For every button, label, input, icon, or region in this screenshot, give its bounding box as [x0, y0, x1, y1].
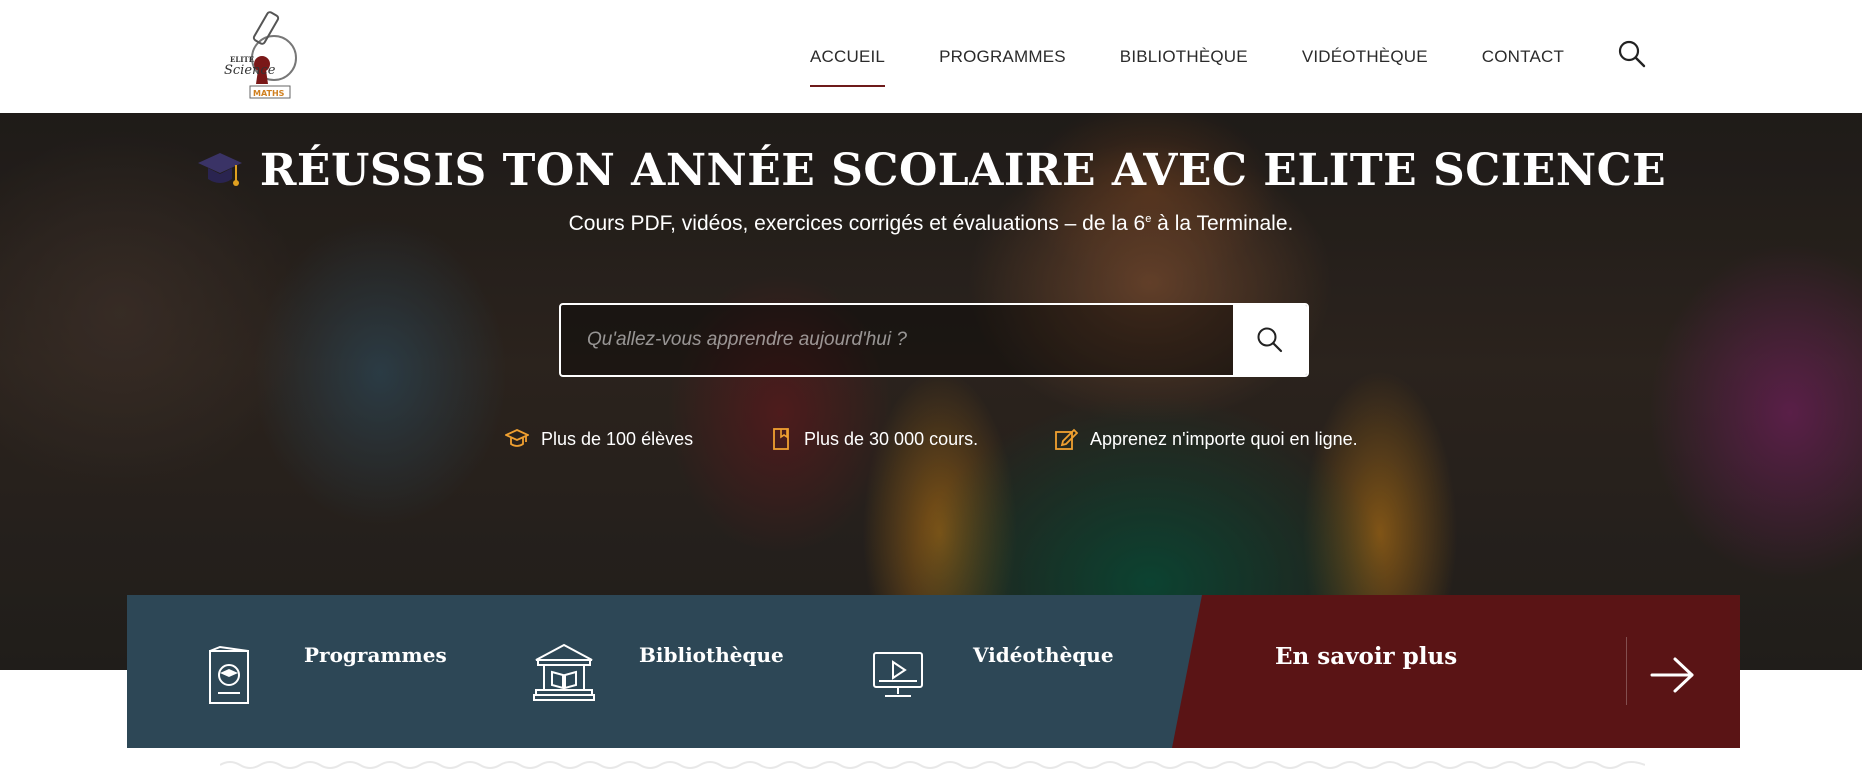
feature-online-text: Apprenez n'importe quoi en ligne. — [1090, 428, 1358, 449]
site-logo[interactable]: ELITE Science MATHS — [220, 6, 302, 102]
nav-bibliotheque[interactable]: BIBLIOTHÈQUE — [1120, 39, 1248, 75]
hero-title: RÉUSSIS TON ANNÉE SCOLAIRE AVEC ELITE SC… — [0, 145, 1862, 196]
hero-title-text: RÉUSSIS TON ANNÉE SCOLAIRE AVEC ELITE SC… — [259, 145, 1667, 196]
more-link[interactable]: En savoir plus — [1275, 643, 1457, 670]
edit-icon — [1055, 428, 1078, 450]
hero-search — [559, 303, 1309, 377]
nav-contact[interactable]: CONTACT — [1482, 39, 1564, 75]
arrow-right-icon[interactable] — [1648, 652, 1698, 698]
search-icon — [1257, 327, 1283, 353]
book-icon — [773, 428, 789, 450]
hero-subtitle-text-b: à la Terminale. — [1151, 212, 1294, 235]
card-bibliotheque[interactable]: Bibliothèque — [530, 595, 790, 748]
library-icon — [533, 643, 595, 701]
card-videotheque[interactable]: Vidéothèque — [868, 595, 1128, 748]
main-nav: ACCUEIL PROGRAMMES BIBLIOTHÈQUE VIDÉOTHÈ… — [810, 0, 1618, 113]
search-icon[interactable] — [1618, 40, 1646, 68]
svg-text:Science: Science — [224, 63, 276, 78]
more-divider — [1626, 637, 1627, 705]
hero-search-input[interactable] — [561, 305, 1235, 375]
feature-courses: Plus de 30 000 cours. — [772, 427, 978, 451]
logo-microscope-icon: ELITE Science MATHS — [224, 11, 297, 99]
hero-subtitle: Cours PDF, vidéos, exercices corrigés et… — [0, 212, 1862, 236]
hero-banner: RÉUSSIS TON ANNÉE SCOLAIRE AVEC ELITE SC… — [0, 113, 1862, 670]
hero-features: Plus de 100 élèves Plus de 30 000 cours.… — [0, 427, 1862, 457]
svg-text:MATHS: MATHS — [253, 89, 285, 98]
nav-programmes[interactable]: PROGRAMMES — [939, 39, 1066, 75]
card-bibliotheque-label: Bibliothèque — [639, 643, 784, 667]
certificate-icon — [209, 645, 249, 704]
card-videotheque-label: Vidéothèque — [973, 643, 1114, 667]
nav-videotheque[interactable]: VIDÉOTHÈQUE — [1302, 39, 1428, 75]
card-programmes-label: Programmes — [304, 643, 447, 667]
feature-students-text: Plus de 100 élèves — [541, 428, 694, 449]
site-header: ELITE Science MATHS ACCUEIL PROGRAMMES B… — [0, 0, 1862, 113]
hero-subtitle-text-a: Cours PDF, vidéos, exercices corrigés et… — [568, 212, 1146, 235]
graduation-cap-icon — [196, 149, 244, 191]
hero-overlay — [0, 113, 1862, 670]
video-icon — [873, 652, 923, 697]
feature-students: Plus de 100 élèves — [505, 427, 693, 451]
hero-search-button[interactable] — [1233, 305, 1307, 375]
section-divider-wave — [220, 761, 1645, 769]
feature-online: Apprenez n'importe quoi en ligne. — [1054, 427, 1358, 451]
feature-courses-text: Plus de 30 000 cours. — [804, 428, 979, 449]
card-programmes[interactable]: Programmes — [200, 595, 460, 748]
teacher-icon — [505, 429, 529, 447]
nav-accueil[interactable]: ACCUEIL — [810, 39, 886, 87]
